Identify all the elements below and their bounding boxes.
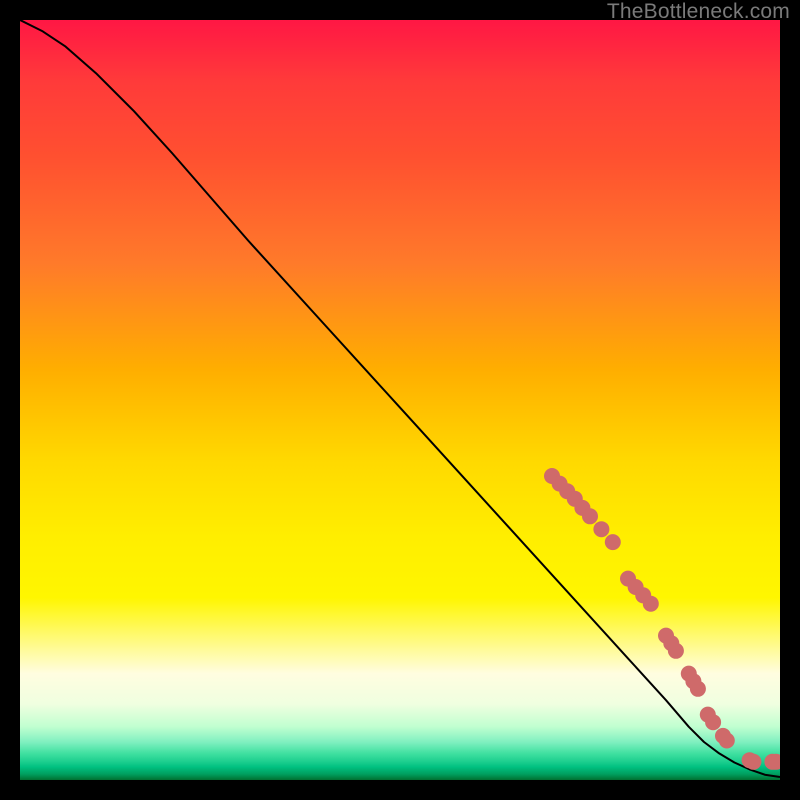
marker-point — [582, 508, 598, 524]
chart-stage: TheBottleneck.com — [0, 0, 800, 800]
curve-markers — [544, 468, 780, 770]
marker-point — [643, 596, 659, 612]
curve-line — [20, 20, 780, 777]
marker-point — [593, 521, 609, 537]
marker-point — [668, 643, 684, 659]
marker-point — [690, 681, 706, 697]
watermark-text: TheBottleneck.com — [607, 0, 790, 24]
marker-point — [705, 714, 721, 730]
marker-point — [745, 754, 761, 770]
marker-point — [719, 733, 735, 749]
chart-svg — [20, 20, 780, 780]
marker-point — [605, 534, 621, 550]
chart-plot-area — [20, 20, 780, 780]
